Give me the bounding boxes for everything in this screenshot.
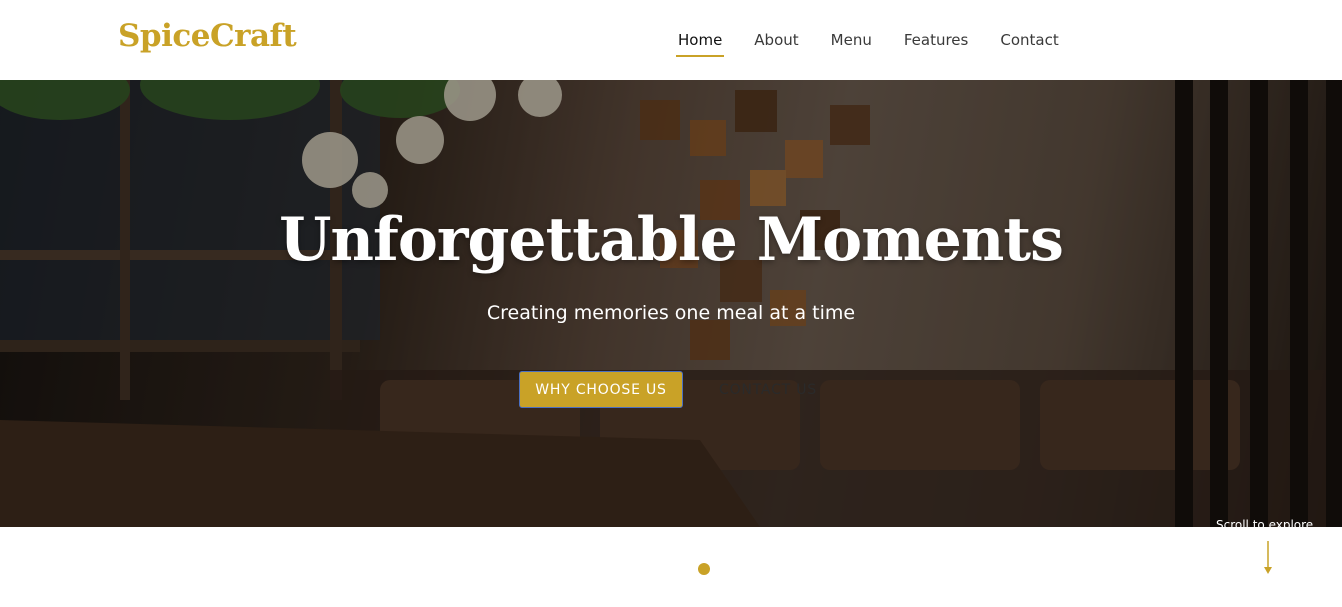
- scroll-hint: Scroll to explore: [1216, 518, 1314, 527]
- arrow-down-icon[interactable]: [1262, 541, 1274, 575]
- nav-links: Home About Menu Features Contact: [675, 0, 1059, 80]
- why-choose-us-button[interactable]: WHY CHOOSE US: [519, 371, 683, 408]
- nav-item-contact[interactable]: Contact: [1000, 25, 1058, 55]
- nav-item-about[interactable]: About: [754, 25, 798, 55]
- brand-logo[interactable]: SpiceCraft: [118, 18, 297, 54]
- hero-section: Unforgettable Moments Creating memories …: [0, 80, 1342, 527]
- carousel-dot-icon[interactable]: [698, 563, 710, 575]
- hero-title: Unforgettable Moments: [279, 205, 1064, 275]
- contact-us-button[interactable]: CONTACT US: [700, 371, 836, 408]
- nav-item-home[interactable]: Home: [675, 25, 725, 57]
- nav-item-menu[interactable]: Menu: [831, 25, 872, 55]
- nav-item-features[interactable]: Features: [904, 25, 969, 55]
- navbar: SpiceCraft Home About Menu Features Cont…: [0, 0, 1342, 80]
- hero-subtitle: Creating memories one meal at a time: [486, 302, 856, 324]
